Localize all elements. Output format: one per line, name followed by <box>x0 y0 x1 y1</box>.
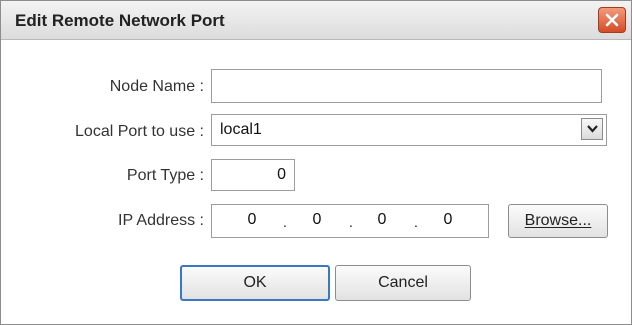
dropdown-button[interactable] <box>581 118 603 140</box>
ip-dot: . <box>283 214 287 230</box>
ip-address-label: IP Address : <box>118 212 204 229</box>
node-name-label: Node Name : <box>109 78 204 95</box>
local-port-label: Local Port to use : <box>75 123 204 140</box>
chevron-down-icon <box>587 125 598 133</box>
ip-octet-1[interactable]: 0 <box>242 211 262 229</box>
window-title: Edit Remote Network Port <box>15 11 225 30</box>
cancel-button[interactable]: Cancel <box>335 265 471 301</box>
ip-dot: . <box>349 214 353 230</box>
ip-octet-4[interactable]: 0 <box>438 211 458 229</box>
cancel-button-label: Cancel <box>378 274 428 291</box>
ip-address-input[interactable]: 0 . 0 . 0 . 0 <box>211 204 489 238</box>
browse-button-label: Browse... <box>524 212 592 229</box>
close-icon <box>605 13 619 27</box>
dialog-window: Edit Remote Network Port Node Name : Loc… <box>0 0 632 325</box>
port-type-input[interactable] <box>211 159 295 191</box>
node-name-input[interactable] <box>211 69 602 103</box>
ok-button[interactable]: OK <box>180 265 330 301</box>
browse-button[interactable]: Browse... <box>508 204 608 238</box>
title-bar[interactable]: Edit Remote Network Port <box>1 1 631 40</box>
port-type-label: Port Type : <box>126 167 204 184</box>
ip-dot: . <box>414 214 418 230</box>
ip-octet-3[interactable]: 0 <box>372 211 392 229</box>
local-port-value: local1 <box>220 121 262 138</box>
ip-octet-2[interactable]: 0 <box>307 211 327 229</box>
close-button[interactable] <box>598 7 626 33</box>
ok-button-label: OK <box>243 274 267 291</box>
local-port-select[interactable]: local1 <box>211 114 607 146</box>
